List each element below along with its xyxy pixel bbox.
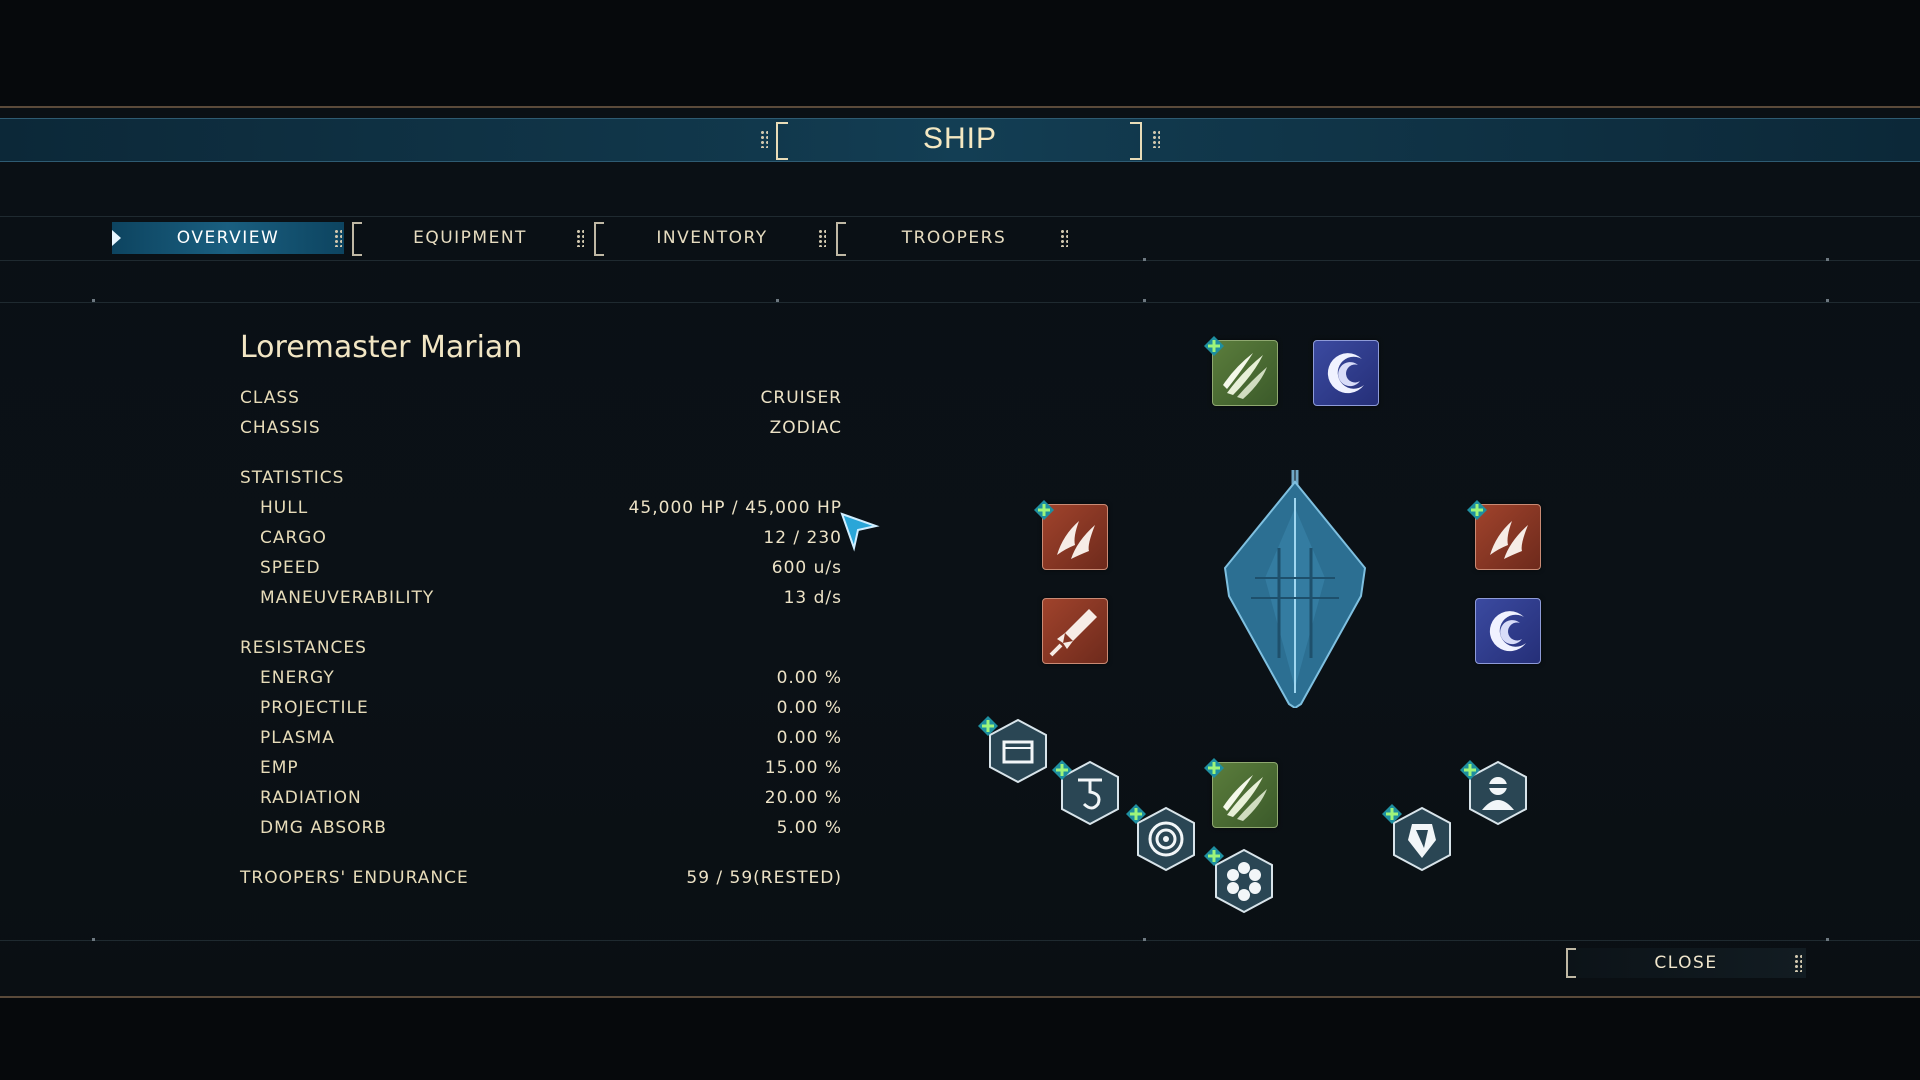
section-label: STATISTICS [240, 468, 345, 488]
ship-name: Loremaster Marian [240, 330, 523, 365]
upgrade-plus-icon [1126, 804, 1146, 824]
grid-tick [92, 938, 95, 941]
grip-dots-icon [760, 130, 768, 148]
resist-row-radiation: RADIATION 20.00 % [240, 788, 842, 814]
grip-dots-icon [818, 229, 826, 247]
resist-row-projectile: PROJECTILE 0.00 % [240, 698, 842, 724]
active-arrow-icon [112, 230, 121, 246]
chassis-label: CHASSIS [240, 418, 321, 438]
stat-label: CARGO [260, 528, 327, 548]
upgrade-plus-icon [1052, 760, 1072, 780]
divider [0, 940, 1920, 941]
info-row-chassis: CHASSIS ZODIAC [240, 418, 842, 444]
upgrade-plus-icon [1460, 760, 1480, 780]
resist-label: RADIATION [260, 788, 362, 808]
section-label: RESISTANCES [240, 638, 367, 658]
grip-dots-icon [1152, 130, 1160, 148]
grid-tick [92, 299, 95, 302]
class-value: CRUISER [760, 388, 842, 408]
endurance-row: TROOPERS' ENDURANCE 59 / 59(RESTED) [240, 868, 842, 894]
resist-label: PROJECTILE [260, 698, 369, 718]
info-row-class: CLASS CRUISER [240, 388, 842, 414]
resist-row-energy: ENERGY 0.00 % [240, 668, 842, 694]
tab-inventory[interactable]: INVENTORY [594, 222, 828, 256]
grid-tick [1143, 299, 1146, 302]
grid-tick [1143, 938, 1146, 941]
grip-dots-icon [334, 229, 342, 247]
mouse-cursor-icon [840, 512, 880, 552]
resist-label: ENERGY [260, 668, 335, 688]
tab-bracket [594, 222, 604, 256]
resist-row-emp: EMP 15.00 % [240, 758, 842, 784]
chassis-value: ZODIAC [769, 418, 842, 438]
close-button[interactable]: CLOSE [1566, 948, 1806, 978]
upgrade-plus-icon [1204, 846, 1224, 866]
ship-silhouette [1223, 470, 1367, 708]
slot-right-lower[interactable] [1475, 598, 1541, 664]
stat-label: MANEUVERABILITY [260, 588, 435, 608]
grip-dots-icon [1794, 954, 1802, 972]
resist-label: DMG ABSORB [260, 818, 387, 838]
resist-value: 0.00 % [776, 728, 842, 748]
stat-row-hull: HULL 45,000 HP / 45,000 HP [240, 498, 842, 524]
tab-label: EQUIPMENT [413, 228, 527, 248]
class-label: CLASS [240, 388, 300, 408]
resist-label: PLASMA [260, 728, 335, 748]
tab-label: OVERVIEW [176, 228, 280, 248]
resist-value: 20.00 % [764, 788, 842, 808]
tab-label: INVENTORY [656, 228, 768, 248]
grid-tick [776, 299, 779, 302]
button-bracket [1566, 948, 1576, 978]
resist-value: 0.00 % [776, 668, 842, 688]
tab-troopers[interactable]: TROOPERS [836, 222, 1070, 256]
grid-tick [1826, 258, 1829, 261]
stat-value: 13 d/s [783, 588, 842, 608]
stat-row-cargo: CARGO 12 / 230 [240, 528, 842, 554]
crescent-icon [1489, 611, 1526, 652]
upgrade-plus-icon [978, 716, 998, 736]
tab-label: TROOPERS [901, 228, 1007, 248]
stat-label: SPEED [260, 558, 321, 578]
tab-equipment[interactable]: EQUIPMENT [352, 222, 586, 256]
slot-left-lower[interactable] [1042, 598, 1108, 664]
upgrade-plus-icon [1034, 500, 1054, 520]
resist-row-dmg-absorb: DMG ABSORB 5.00 % [240, 818, 842, 844]
page-title: SHIP [922, 122, 998, 155]
stat-value: 600 u/s [771, 558, 842, 578]
upgrade-plus-icon [1467, 500, 1487, 520]
resist-value: 15.00 % [764, 758, 842, 778]
tab-bracket [352, 222, 362, 256]
endurance-value: 59 / 59(RESTED) [686, 868, 842, 888]
header-bracket-right [1130, 122, 1142, 160]
grip-dots-icon [1060, 229, 1068, 247]
resist-row-plasma: PLASMA 0.00 % [240, 728, 842, 754]
grid-tick [1826, 299, 1829, 302]
divider [0, 302, 1920, 303]
stat-row-speed: SPEED 600 u/s [240, 558, 842, 584]
tab-overview[interactable]: OVERVIEW [112, 222, 344, 254]
endurance-label: TROOPERS' ENDURANCE [240, 868, 469, 888]
grid-tick [1143, 258, 1146, 261]
resist-value: 5.00 % [776, 818, 842, 838]
stat-value: 45,000 HP / 45,000 HP [628, 498, 842, 518]
upgrade-plus-icon [1204, 336, 1224, 356]
stat-label: HULL [260, 498, 309, 518]
upgrade-plus-icon [1382, 804, 1402, 824]
grid-tick [1826, 938, 1829, 941]
divider [0, 260, 1920, 261]
divider [0, 216, 1920, 217]
stat-value: 12 / 230 [763, 528, 842, 548]
stat-row-maneuverability: MANEUVERABILITY 13 d/s [240, 588, 842, 614]
resist-value: 0.00 % [776, 698, 842, 718]
grip-dots-icon [576, 229, 584, 247]
resist-label: EMP [260, 758, 299, 778]
slot-top-right[interactable] [1313, 340, 1379, 406]
close-label: CLOSE [1654, 953, 1718, 973]
upgrade-plus-icon [1204, 758, 1224, 778]
section-statistics: STATISTICS [240, 468, 842, 494]
crescent-icon [1327, 353, 1364, 394]
section-resistances: RESISTANCES [240, 638, 842, 664]
rocket-icon [1049, 609, 1097, 657]
tab-bracket [836, 222, 846, 256]
